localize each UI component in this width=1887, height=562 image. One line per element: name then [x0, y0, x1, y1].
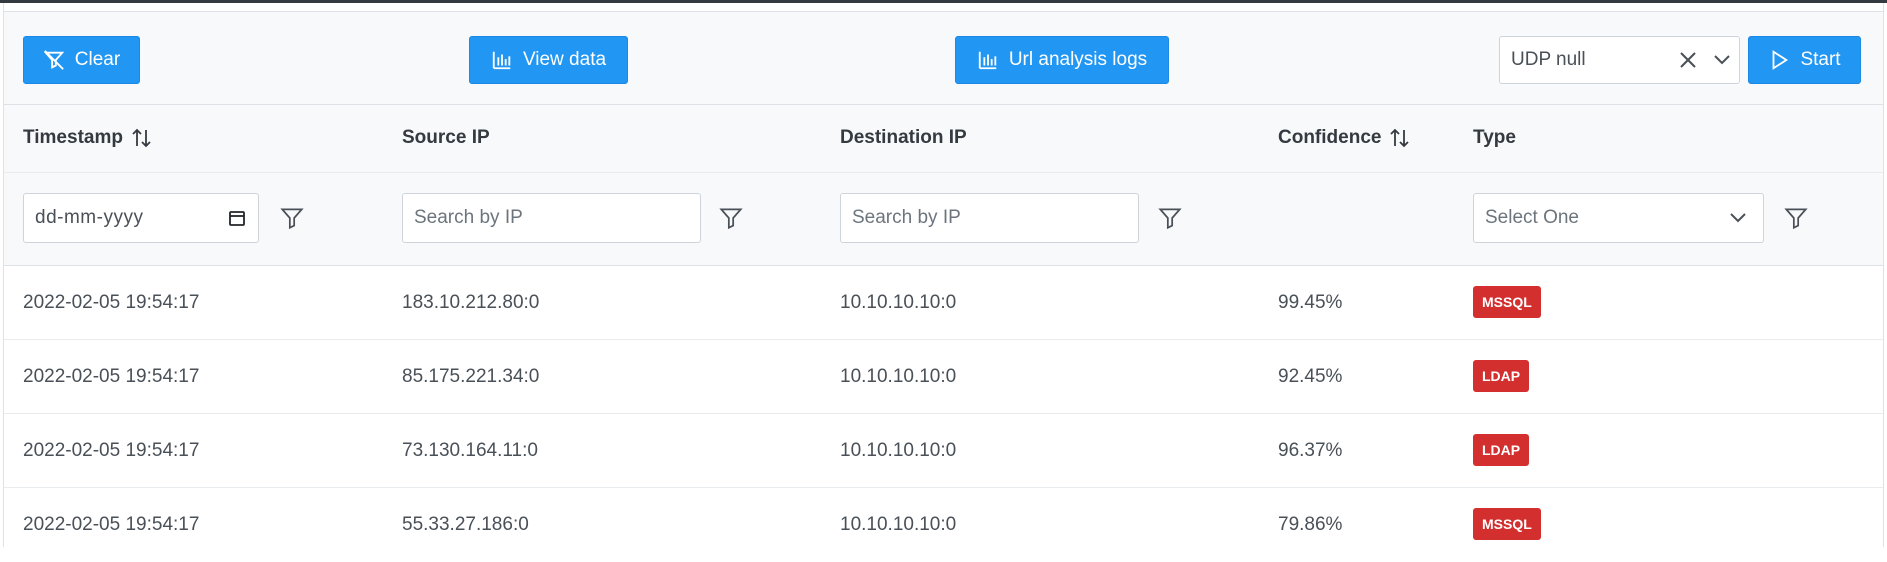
cell-source-ip: 183.10.212.80:0 [402, 292, 540, 313]
date-filter-placeholder: dd-mm-yyyy [35, 207, 144, 228]
type-badge: MSSQL [1473, 508, 1541, 540]
cell-confidence: 96.37% [1278, 440, 1343, 461]
filter-icon[interactable] [1157, 203, 1183, 233]
sort-icon[interactable] [131, 127, 153, 149]
cell-destination-ip: 10.10.10.10:0 [840, 514, 957, 535]
cell-confidence: 92.45% [1278, 366, 1343, 387]
cell-destination-ip: 10.10.10.10:0 [840, 292, 957, 313]
cell-timestamp: 2022-02-05 19:54:17 [23, 366, 200, 387]
table-toolbar: Clear View data Url analysis logs UDP nu… [4, 11, 1883, 105]
column-header-source-ip: Source IP [402, 127, 490, 149]
clear-button[interactable]: Clear [23, 36, 140, 84]
date-filter-input[interactable]: dd-mm-yyyy [23, 193, 259, 243]
protocol-select[interactable]: UDP null [1499, 36, 1740, 84]
column-header-timestamp[interactable]: Timestamp [23, 127, 153, 149]
chart-bar-icon [978, 51, 997, 70]
column-header-type: Type [1473, 127, 1516, 149]
chevron-down-icon[interactable] [1705, 54, 1739, 66]
play-icon [1773, 50, 1789, 70]
filter-icon[interactable] [718, 203, 744, 233]
cell-timestamp: 2022-02-05 19:54:17 [23, 440, 200, 461]
chart-bar-icon [492, 51, 511, 70]
column-confidence-label: Confidence [1278, 127, 1382, 148]
column-source-ip-label: Source IP [402, 127, 490, 148]
type-badge: MSSQL [1473, 286, 1541, 318]
filter-slash-icon [43, 50, 65, 70]
table-row[interactable]: 2022-02-05 19:54:17 55.33.27.186:0 10.10… [4, 488, 1883, 562]
sort-icon[interactable] [1389, 127, 1411, 149]
table-row[interactable]: 2022-02-05 19:54:17 183.10.212.80:0 10.1… [4, 266, 1883, 340]
protocol-select-value: UDP null [1511, 49, 1586, 70]
column-type-label: Type [1473, 127, 1516, 148]
type-badge: LDAP [1473, 434, 1530, 466]
start-button[interactable]: Start [1748, 36, 1861, 84]
destination-ip-search-input[interactable]: Search by IP [840, 193, 1139, 243]
data-table: Clear View data Url analysis logs UDP nu… [3, 3, 1884, 547]
filter-icon[interactable] [279, 203, 305, 233]
url-analysis-logs-label: Url analysis logs [1008, 49, 1148, 70]
cell-destination-ip: 10.10.10.10:0 [840, 440, 957, 461]
source-ip-placeholder: Search by IP [414, 207, 523, 228]
clear-button-label: Clear [74, 49, 121, 70]
cell-source-ip: 55.33.27.186:0 [402, 514, 529, 535]
table-header: Timestamp Source IP Destination IP Confi… [4, 105, 1883, 173]
view-data-button[interactable]: View data [469, 36, 628, 84]
table-row[interactable]: 2022-02-05 19:54:17 85.175.221.34:0 10.1… [4, 340, 1883, 414]
type-filter-placeholder: Select One [1485, 207, 1579, 228]
cell-destination-ip: 10.10.10.10:0 [840, 366, 957, 387]
filter-row: dd-mm-yyyy Search by IP Search by IP Sel… [4, 173, 1883, 266]
calendar-icon[interactable] [228, 209, 246, 227]
source-ip-search-input[interactable]: Search by IP [402, 193, 701, 243]
chevron-down-icon [1730, 213, 1746, 223]
column-destination-ip-label: Destination IP [840, 127, 967, 148]
type-filter-select[interactable]: Select One [1473, 193, 1764, 243]
view-data-button-label: View data [522, 49, 607, 70]
close-icon[interactable] [1671, 51, 1705, 69]
start-button-label: Start [1800, 49, 1841, 70]
cell-source-ip: 85.175.221.34:0 [402, 366, 540, 387]
cell-source-ip: 73.130.164.11:0 [402, 440, 538, 461]
cell-confidence: 79.86% [1278, 514, 1343, 535]
filter-icon[interactable] [1783, 203, 1809, 233]
table-row[interactable]: 2022-02-05 19:54:17 73.130.164.11:0 10.1… [4, 414, 1883, 488]
column-header-destination-ip: Destination IP [840, 127, 967, 149]
type-badge: LDAP [1473, 360, 1530, 392]
destination-ip-placeholder: Search by IP [852, 207, 961, 228]
url-analysis-logs-button[interactable]: Url analysis logs [955, 36, 1169, 84]
cell-timestamp: 2022-02-05 19:54:17 [23, 292, 200, 313]
cell-timestamp: 2022-02-05 19:54:17 [23, 514, 200, 535]
column-timestamp-label: Timestamp [23, 127, 123, 148]
column-header-confidence[interactable]: Confidence [1278, 127, 1411, 149]
cell-confidence: 99.45% [1278, 292, 1343, 313]
